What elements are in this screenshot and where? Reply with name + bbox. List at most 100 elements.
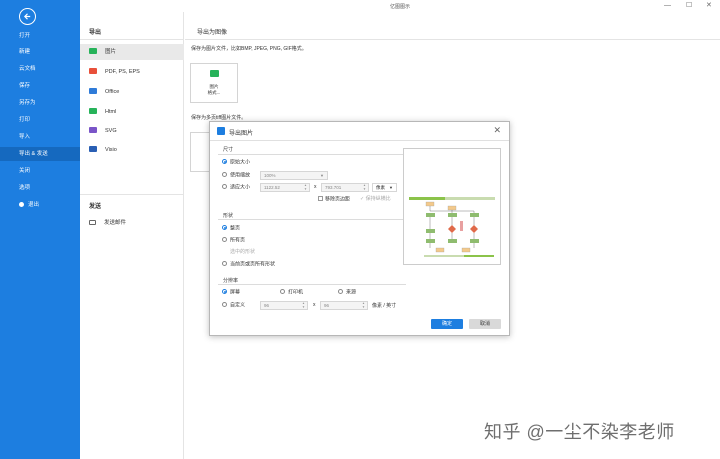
option-label: 屏幕 xyxy=(230,289,241,296)
arrow-left-icon xyxy=(23,13,31,20)
image-description: 保存为图片文件，比如BMP, JPEG, PNG, GIF格式。 xyxy=(191,46,307,52)
title-bar: 亿图图示 — ☐ ✕ xyxy=(80,0,720,12)
height-value: 793.701 xyxy=(325,185,342,190)
dpi-unit-label: 像素 / 英寸 xyxy=(372,303,397,309)
send-header: 发送 xyxy=(89,204,102,210)
maximize-button[interactable]: ☐ xyxy=(686,1,692,11)
window-title: 亿图图示 xyxy=(389,4,410,10)
option-label: 所有页 xyxy=(230,237,246,244)
sidebar-item-print[interactable]: 打印 xyxy=(0,113,80,127)
spinner-icon: ▲ ▼ xyxy=(363,183,366,191)
card-label: 图片 格式... xyxy=(191,84,237,96)
checkbox-label: 保持纵横比 xyxy=(365,196,391,202)
resolution-screen-option[interactable]: 屏幕 xyxy=(222,289,240,297)
diagram-preview xyxy=(403,148,501,265)
divider xyxy=(185,39,720,40)
radio xyxy=(280,289,285,294)
format-label: SVG xyxy=(105,128,117,134)
divider xyxy=(80,39,184,40)
size-zoom-option[interactable]: 使用缩放 xyxy=(222,172,250,180)
checkbox-label: 移除页边距 xyxy=(325,196,351,203)
sidebar-item-import[interactable]: 导入 xyxy=(0,130,80,144)
radio xyxy=(338,289,343,294)
image-format-card[interactable]: 图片 格式... xyxy=(190,63,238,103)
option-label: 原始大小 xyxy=(230,159,251,166)
sidebar-item-exit[interactable]: 退出 xyxy=(0,198,80,212)
send-email-label: 发送邮件 xyxy=(104,220,127,226)
back-button[interactable] xyxy=(19,8,36,25)
format-label: Html xyxy=(105,109,117,115)
export-image-dialog: 导出图片 ✕ 尺寸 原始大小 使用缩放 100% ▼ 适应大小 1122.52 ▲ ▼… xyxy=(209,121,510,336)
shape-group xyxy=(218,219,406,220)
dpi-x-input[interactable]: 96 ▲ ▼ xyxy=(260,301,308,310)
keep-ratio-checkbox[interactable]: ✓ 保持纵横比 xyxy=(360,196,391,203)
chevron-down-icon: ▼ xyxy=(389,185,393,190)
shape-selected-option: 选中的形状 xyxy=(230,249,256,255)
radio-selected xyxy=(222,159,227,164)
resolution-custom-option[interactable]: 自定义 xyxy=(222,302,245,310)
format-item-svg[interactable]: SVG xyxy=(80,123,184,139)
sidebar-item-save-as[interactable]: 另存为 xyxy=(0,96,80,110)
sidebar-item-label: 退出 xyxy=(28,202,40,208)
option-label: 自定义 xyxy=(230,302,246,309)
width-input[interactable]: 1122.52 ▲ ▼ xyxy=(260,183,310,192)
format-item-pdf[interactable]: PDF, PS, EPS xyxy=(80,64,184,80)
app-icon xyxy=(217,127,225,135)
shape-all-pages-option[interactable]: 所有页 xyxy=(222,237,245,245)
spinner-icon: ▲ ▼ xyxy=(304,183,307,191)
card-label-line2: 格式... xyxy=(207,90,221,95)
size-fit-option[interactable]: 适应大小 xyxy=(222,184,250,192)
close-icon[interactable]: ✕ xyxy=(493,125,501,136)
option-label: 当前页或页所有形状 xyxy=(230,261,276,268)
resolution-group-label: 分辨率 xyxy=(223,278,239,284)
ok-button[interactable]: 确定 xyxy=(431,319,463,329)
radio xyxy=(222,184,227,189)
sidebar-item-new[interactable]: 新建 xyxy=(0,45,80,59)
card-label-line1: 图片 xyxy=(209,84,219,89)
radio xyxy=(222,261,227,266)
minimize-button[interactable]: — xyxy=(664,1,671,11)
option-label: 来源 xyxy=(346,289,357,296)
sidebar-item-export-send[interactable]: 导出 & 发送 xyxy=(0,147,80,161)
dialog-title: 导出图片 xyxy=(229,131,254,137)
format-item-visio[interactable]: Visio xyxy=(80,142,184,158)
radio xyxy=(222,172,227,177)
watermark: 知乎 @一尘不染李老师 xyxy=(484,422,675,442)
unit-select[interactable]: 像素 ▼ xyxy=(372,183,397,192)
sidebar-item-save[interactable]: 保存 xyxy=(0,79,80,93)
format-label: Office xyxy=(105,89,120,95)
format-item-html[interactable]: Html xyxy=(80,104,184,120)
option-label: 整页 xyxy=(230,225,241,232)
sidebar-item-open[interactable]: 打开 xyxy=(0,29,80,43)
close-button[interactable]: ✕ xyxy=(706,1,712,11)
times-symbol: x xyxy=(314,184,317,190)
html-icon xyxy=(89,108,97,114)
remove-margin-checkbox[interactable]: 移除页边距 xyxy=(318,196,350,204)
size-group xyxy=(218,154,406,155)
radio xyxy=(222,302,227,307)
format-item-image[interactable]: 图片 xyxy=(80,44,184,60)
shape-current-page-option[interactable]: 当前页或页所有形状 xyxy=(222,261,275,269)
format-label: Visio xyxy=(105,147,117,153)
dpi-y-input[interactable]: 96 ▲ ▼ xyxy=(320,301,368,310)
svg-icon xyxy=(89,127,97,133)
size-original-option[interactable]: 原始大小 xyxy=(222,159,250,167)
format-item-office[interactable]: Office xyxy=(80,84,184,100)
file-menu-sidebar: 打开 新建 云文档 保存 另存为 打印 导入 导出 & 发送 关闭 选项 退出 xyxy=(0,0,80,459)
zoom-select[interactable]: 100% ▼ xyxy=(260,171,328,180)
height-input[interactable]: 793.701 ▲ ▼ xyxy=(321,183,369,192)
resolution-printer-option[interactable]: 打印机 xyxy=(280,289,303,297)
sidebar-item-cloud[interactable]: 云文档 xyxy=(0,62,80,76)
sidebar-item-options[interactable]: 选项 xyxy=(0,181,80,195)
radio-selected xyxy=(222,289,227,294)
sidebar-item-close[interactable]: 关闭 xyxy=(0,164,80,178)
format-label: PDF, PS, EPS xyxy=(105,69,140,75)
cancel-button[interactable]: 取消 xyxy=(469,319,501,329)
option-label: 使用缩放 xyxy=(230,172,251,179)
tiff-description: 保存为多页tiff图片文件。 xyxy=(191,115,247,121)
resolution-source-option[interactable]: 来源 xyxy=(338,289,356,297)
content-title: 导出为图像 xyxy=(197,30,228,36)
send-email-item[interactable]: 发送邮件 xyxy=(80,215,184,231)
shape-whole-page-option[interactable]: 整页 xyxy=(222,225,240,233)
option-label: 适应大小 xyxy=(230,184,251,191)
